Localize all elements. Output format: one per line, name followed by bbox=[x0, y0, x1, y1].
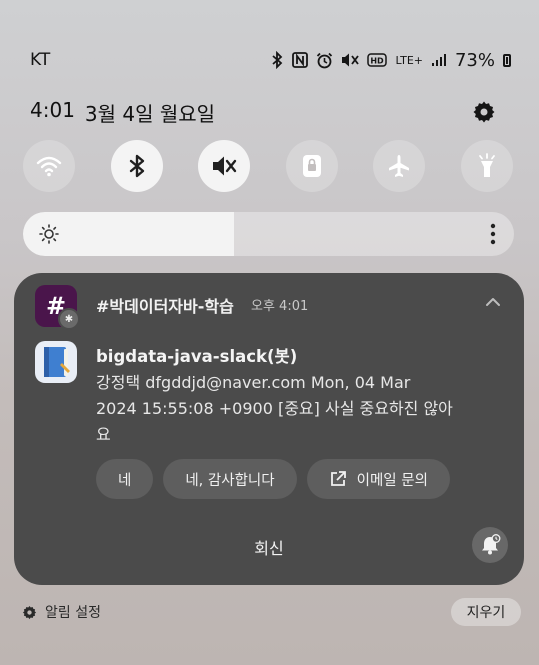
slack-notification-card[interactable]: # ✱ #박데이터자바-학습 오후 4:01 bigdata-java-slac… bbox=[14, 273, 524, 585]
bluetooth-icon bbox=[270, 51, 284, 69]
status-bar: KT HD LTE+ 73% bbox=[30, 48, 511, 72]
bluetooth-tile[interactable] bbox=[110, 140, 163, 192]
svg-text:HD: HD bbox=[371, 57, 385, 66]
vibrate-icon bbox=[213, 156, 237, 176]
battery-percent: 73% bbox=[454, 49, 495, 71]
reply-thanks-label: 네, 감사합니다 bbox=[185, 472, 275, 489]
quick-settings-tiles bbox=[23, 140, 513, 192]
sun-icon bbox=[39, 224, 59, 244]
external-link-icon bbox=[330, 471, 346, 486]
nfc-icon bbox=[292, 51, 309, 69]
reply-thanks-button[interactable]: 네, 감사합니다 bbox=[163, 459, 297, 499]
snooze-button[interactable] bbox=[472, 527, 508, 563]
notification-settings-link[interactable]: 알림 설정 bbox=[22, 602, 101, 622]
flashlight-icon bbox=[479, 153, 495, 177]
channel-name: #박데이터자바-학습 bbox=[96, 297, 234, 316]
alarm-icon bbox=[316, 51, 333, 69]
email-inquiry-label: 이메일 문의 bbox=[356, 472, 428, 489]
notification-time: 오후 4:01 bbox=[251, 299, 309, 314]
reply-button[interactable]: 회신 bbox=[14, 535, 524, 559]
more-options-icon[interactable] bbox=[490, 223, 496, 245]
sound-tile[interactable] bbox=[198, 140, 251, 192]
book-icon bbox=[44, 347, 70, 377]
settings-button[interactable] bbox=[471, 99, 497, 125]
brightness-slider[interactable] bbox=[23, 212, 514, 256]
airplane-icon bbox=[389, 155, 410, 177]
gear-icon bbox=[22, 605, 37, 619]
lte-icon: LTE+ bbox=[395, 53, 423, 67]
message-body: 강정택 dfgddjd@naver.com Mon, 04 Mar 2024 1… bbox=[96, 373, 453, 444]
date-label: 3월 4일 월요일 bbox=[84, 101, 216, 126]
date-time: 4:01 3월 4일 월요일 bbox=[30, 98, 215, 127]
rotation-lock-tile[interactable] bbox=[285, 140, 338, 192]
sender-name: bigdata-java-slack(봇) bbox=[96, 347, 298, 366]
reply-yes-button[interactable]: 네 bbox=[96, 459, 154, 499]
flashlight-tile[interactable] bbox=[460, 140, 513, 192]
clear-all-button[interactable]: 지우기 bbox=[451, 598, 521, 626]
carrier-label: KT bbox=[30, 50, 51, 70]
gear-icon bbox=[473, 101, 495, 123]
notification-actions: 네 네, 감사합니다 이메일 문의 bbox=[96, 459, 450, 499]
hd-voice-icon: HD bbox=[367, 51, 388, 69]
airplane-mode-tile[interactable] bbox=[373, 140, 426, 192]
bell-snooze-icon bbox=[482, 534, 501, 555]
lock-icon bbox=[302, 155, 321, 177]
vibrate-icon bbox=[341, 51, 360, 69]
battery-icon bbox=[503, 53, 511, 67]
bot-avatar bbox=[35, 341, 77, 383]
wifi-icon bbox=[36, 156, 62, 177]
footer: 알림 설정 지우기 bbox=[22, 598, 521, 626]
status-icons: HD LTE+ 73% bbox=[270, 50, 511, 71]
signal-icon bbox=[431, 51, 447, 69]
email-inquiry-button[interactable]: 이메일 문의 bbox=[306, 459, 450, 499]
reply-yes-label: 네 bbox=[118, 472, 132, 489]
notification-settings-label: 알림 설정 bbox=[45, 605, 101, 621]
slack-badge-icon: ✱ bbox=[58, 308, 80, 330]
clock-time: 4:01 bbox=[30, 97, 75, 122]
date-row: 4:01 3월 4일 월요일 bbox=[30, 97, 497, 127]
wifi-tile[interactable] bbox=[23, 140, 75, 192]
chevron-up-icon[interactable] bbox=[484, 293, 502, 311]
bluetooth-icon bbox=[129, 154, 144, 178]
